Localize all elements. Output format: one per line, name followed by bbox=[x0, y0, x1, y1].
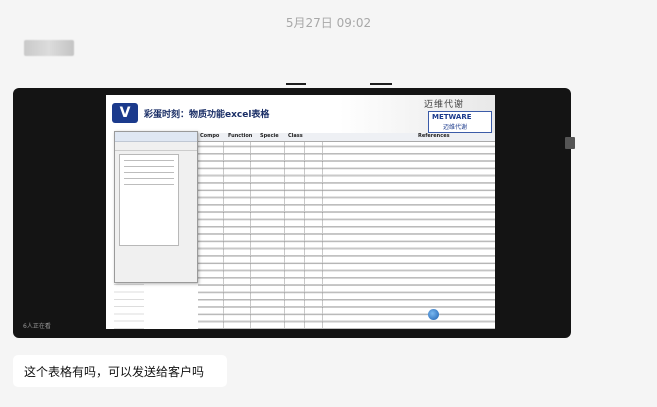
divider-line-left bbox=[286, 83, 306, 85]
col-head-species: Specie bbox=[260, 133, 279, 139]
brand-box: METWARE 迈维代谢 bbox=[428, 111, 492, 133]
dialog-item bbox=[124, 172, 174, 173]
dialog-title-bar bbox=[115, 132, 197, 142]
dialog-item bbox=[124, 178, 174, 179]
dialog-item bbox=[124, 184, 174, 185]
viewer-count: 6人正在看 bbox=[23, 323, 51, 330]
divider-line-right bbox=[370, 83, 392, 85]
dialog-item bbox=[124, 166, 174, 167]
sender-avatar-blurred[interactable] bbox=[24, 40, 74, 56]
dialog-toolbar bbox=[115, 142, 197, 151]
message-bubble[interactable]: 这个表格有吗，可以发送给客户吗 bbox=[13, 355, 227, 387]
brand-logo: V bbox=[112, 103, 138, 123]
brand-name-en: METWARE bbox=[432, 113, 472, 121]
header-dark-text: 迈维代谢 bbox=[424, 100, 465, 110]
presenter-avatar-icon bbox=[428, 309, 439, 320]
brand-name-cn: 迈维代谢 bbox=[443, 124, 468, 131]
col-head-compound: Compo bbox=[200, 133, 220, 139]
spreadsheet-row-text bbox=[198, 142, 495, 329]
dialog-item bbox=[124, 160, 174, 161]
slide-title: 彩蛋时刻：物质功能excel表格 bbox=[144, 110, 270, 120]
find-dialog bbox=[114, 131, 198, 283]
message-text: 这个表格有吗，可以发送给客户吗 bbox=[24, 365, 205, 379]
slide-header: V 彩蛋时刻：物质功能excel表格 迈维代谢 METWARE 迈维代谢 bbox=[106, 95, 495, 133]
row-number-column bbox=[114, 281, 144, 329]
timestamp: 5月27日 09:02 bbox=[285, 16, 372, 30]
live-video-card[interactable]: V 彩蛋时刻：物质功能excel表格 迈维代谢 METWARE 迈维代谢 Com… bbox=[13, 88, 571, 338]
side-menu-icon[interactable] bbox=[565, 137, 575, 149]
dialog-list-pane bbox=[119, 154, 179, 246]
col-head-references: References bbox=[418, 133, 450, 139]
presentation-slide: V 彩蛋时刻：物质功能excel表格 迈维代谢 METWARE 迈维代谢 Com… bbox=[106, 95, 495, 329]
col-head-class: Class bbox=[288, 133, 303, 139]
col-head-function: Function bbox=[228, 133, 253, 139]
grid-header-row: Compo Function Specie Class References bbox=[198, 133, 495, 142]
